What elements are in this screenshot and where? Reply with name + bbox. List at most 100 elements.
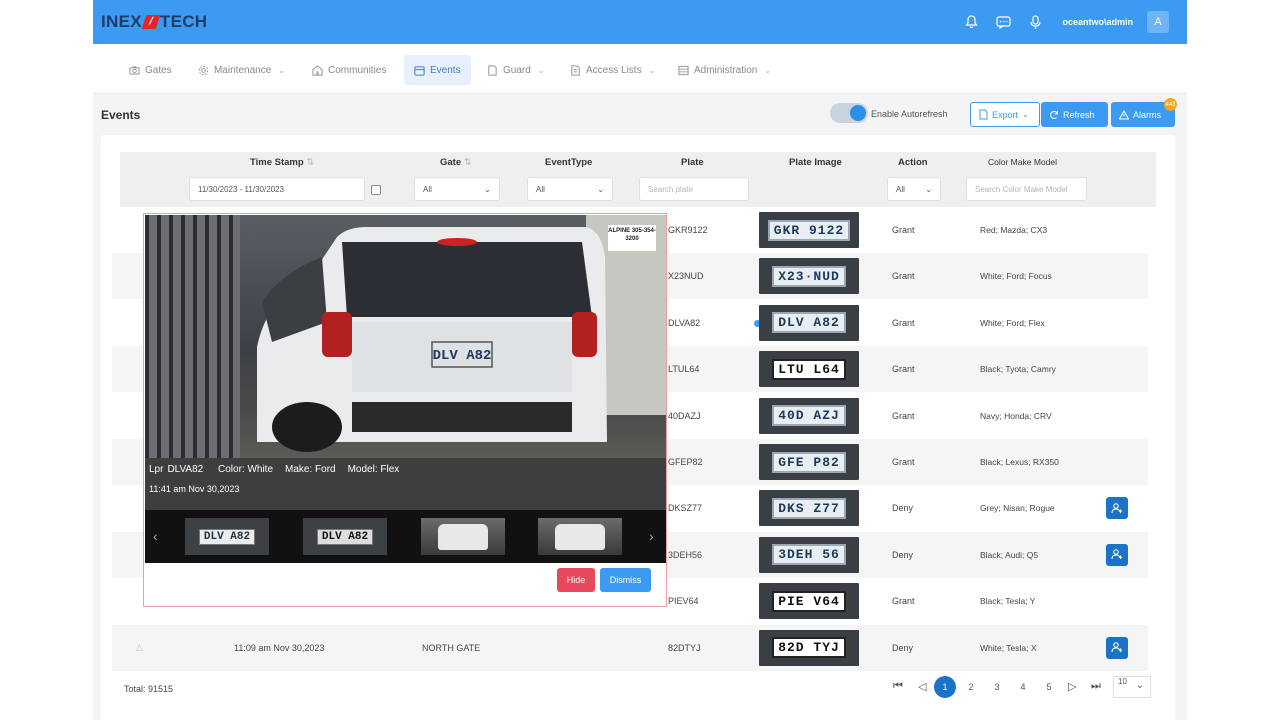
chevron-down-icon: ⌄	[1022, 110, 1029, 119]
nav-label: Maintenance	[214, 64, 272, 76]
nav-item-events[interactable]: Events	[404, 55, 471, 85]
plate-image-text: GFE P82	[772, 451, 846, 473]
alarms-count-badge: 443	[1164, 98, 1177, 111]
col-plate-image: Plate Image	[789, 157, 842, 168]
add-user-button[interactable]	[1106, 543, 1128, 566]
col-label: Gate	[440, 157, 462, 168]
add-user-button[interactable]	[1106, 636, 1128, 659]
plate-image-text: 40D AZJ	[772, 405, 846, 427]
chevron-down-icon: ⌄	[484, 184, 491, 194]
chevron-down-icon: ⌄	[597, 184, 604, 194]
refresh-button[interactable]: Refresh	[1041, 102, 1108, 127]
plate-image[interactable]: PIE V64	[759, 583, 859, 620]
table-row[interactable]: △ 11:09 am Nov 30,2023 NORTH GATE 82DTYJ 82D…	[112, 624, 1148, 671]
date-range-input[interactable]: 11/30/2023 - 11/30/2023	[189, 177, 365, 201]
thumbnail[interactable]: DLV A82	[185, 518, 269, 555]
cell-color-make-model: White; Ford; Focus	[980, 271, 1052, 282]
event-type-select[interactable]: All ⌄	[527, 177, 613, 201]
plate-image[interactable]: X23·NUD	[759, 258, 859, 295]
total-count: Total: 91515	[124, 684, 174, 694]
caption-time: 11:41 am Nov 30,2023	[149, 484, 240, 494]
plate-image[interactable]: LTU L64	[759, 351, 859, 388]
logo-text-a: INEX	[101, 12, 142, 31]
page-button-5[interactable]: 5	[1038, 676, 1060, 698]
dismiss-button[interactable]: Dismiss	[600, 568, 651, 592]
plate-image[interactable]: 40D AZJ	[759, 397, 859, 434]
calendar-icon	[414, 65, 425, 76]
cell-action: Grant	[892, 317, 915, 328]
nav-label: Events	[430, 64, 461, 76]
plate-image[interactable]: 82D TYJ	[759, 629, 859, 666]
plate-search-input[interactable]: Search plate	[639, 177, 749, 201]
sort-icon: ⇅	[306, 157, 315, 168]
avatar[interactable]: A	[1147, 11, 1169, 33]
car-illustration: DLV A82	[257, 227, 607, 452]
cell-plate: X23NUD	[668, 271, 704, 282]
plate-image[interactable]: DLV A82	[759, 304, 859, 341]
col-gate[interactable]: Gate ⇅	[440, 157, 472, 168]
chevron-down-icon: ⌄	[1135, 680, 1144, 691]
microphone-icon[interactable]	[1026, 13, 1044, 31]
bell-icon[interactable]	[962, 13, 980, 31]
chevron-right-icon[interactable]: ›	[649, 528, 654, 544]
nav-item-administration[interactable]: Administration ⌄	[668, 55, 781, 85]
event-type-select-value: All	[536, 184, 545, 194]
autorefresh-toggle[interactable]	[830, 103, 868, 123]
photo-sign: ALPINE 305-354-3200	[608, 225, 656, 251]
nav-item-communities[interactable]: Communities	[302, 55, 396, 85]
cell-plate: 82DTYJ	[668, 642, 701, 653]
plate-image[interactable]: GKR 9122	[759, 212, 859, 248]
thumbnail[interactable]: DLV A82	[303, 518, 387, 555]
nav-item-guard[interactable]: Guard ⌄	[477, 55, 555, 85]
last-page-icon[interactable]: ⏭	[1091, 680, 1101, 693]
cell-plate: DKSZ77	[668, 503, 703, 514]
thumbnail[interactable]	[421, 518, 505, 555]
first-page-icon[interactable]: ⏮	[893, 680, 903, 693]
prev-page-icon[interactable]: ◁	[918, 680, 926, 693]
date-filter-checkbox[interactable]	[371, 185, 381, 195]
add-user-button[interactable]	[1106, 497, 1128, 520]
message-icon[interactable]	[994, 13, 1012, 31]
nav-label: Access Lists	[586, 64, 642, 76]
cell-color-make-model: Black; Tyota; Camry	[980, 364, 1056, 375]
chevron-down-icon: ⌄	[537, 65, 545, 75]
next-page-icon[interactable]: ▷	[1068, 680, 1076, 693]
cell-plate: PIEV64	[668, 596, 699, 607]
cell-color-make-model: Red; Mazda; CX3	[980, 225, 1048, 235]
brand-logo[interactable]: INEX / TECH	[101, 12, 207, 32]
nav-item-access-lists[interactable]: Access Lists ⌄	[560, 55, 665, 85]
plate-image[interactable]: GFE P82	[759, 444, 859, 480]
action-select[interactable]: All ⌄	[887, 177, 941, 201]
logo-text-b: TECH	[159, 12, 208, 31]
export-button[interactable]: Export ⌄	[970, 102, 1040, 127]
cell-action: Grant	[892, 457, 915, 467]
hide-button[interactable]: Hide	[557, 568, 595, 592]
chevron-down-icon: ⌄	[925, 184, 932, 194]
col-timestamp[interactable]: Time Stamp ⇅	[250, 157, 314, 168]
gate-select[interactable]: All ⌄	[414, 177, 500, 201]
cell-plate: LTUL64	[668, 364, 700, 375]
plate-image[interactable]: DKS Z77	[759, 490, 859, 527]
plate-image-text: X23·NUD	[772, 265, 846, 287]
page-button-2[interactable]: 2	[960, 676, 982, 698]
page-size-select[interactable]: 10 ⌄	[1113, 676, 1151, 698]
action-select-value: All	[896, 184, 905, 194]
page-title: Events	[101, 108, 141, 122]
user-plus-icon	[1111, 642, 1123, 653]
event-photo[interactable]: ALPINE 305-354-3200 DLV A82	[145, 215, 666, 458]
col-event-type: EventType	[545, 157, 593, 168]
plate-image[interactable]: 3DEH 56	[759, 536, 859, 573]
chevron-left-icon[interactable]: ‹	[153, 528, 158, 544]
page-button-4[interactable]: 4	[1012, 676, 1034, 698]
page-button-1[interactable]: 1	[934, 676, 956, 698]
cell-action: Grant	[892, 596, 915, 607]
date-range-value: 11/30/2023 - 11/30/2023	[198, 184, 284, 194]
document-icon	[488, 64, 497, 76]
user-name[interactable]: oceantwo\admin	[1062, 17, 1133, 27]
car-thumb-image	[438, 523, 488, 550]
page-button-3[interactable]: 3	[986, 676, 1008, 698]
nav-item-gates[interactable]: Gates	[119, 55, 182, 85]
thumbnail[interactable]	[538, 518, 622, 555]
nav-item-maintenance[interactable]: Maintenance ⌄	[188, 55, 295, 85]
cmm-search-input[interactable]: Search Color Make Model	[966, 177, 1087, 201]
